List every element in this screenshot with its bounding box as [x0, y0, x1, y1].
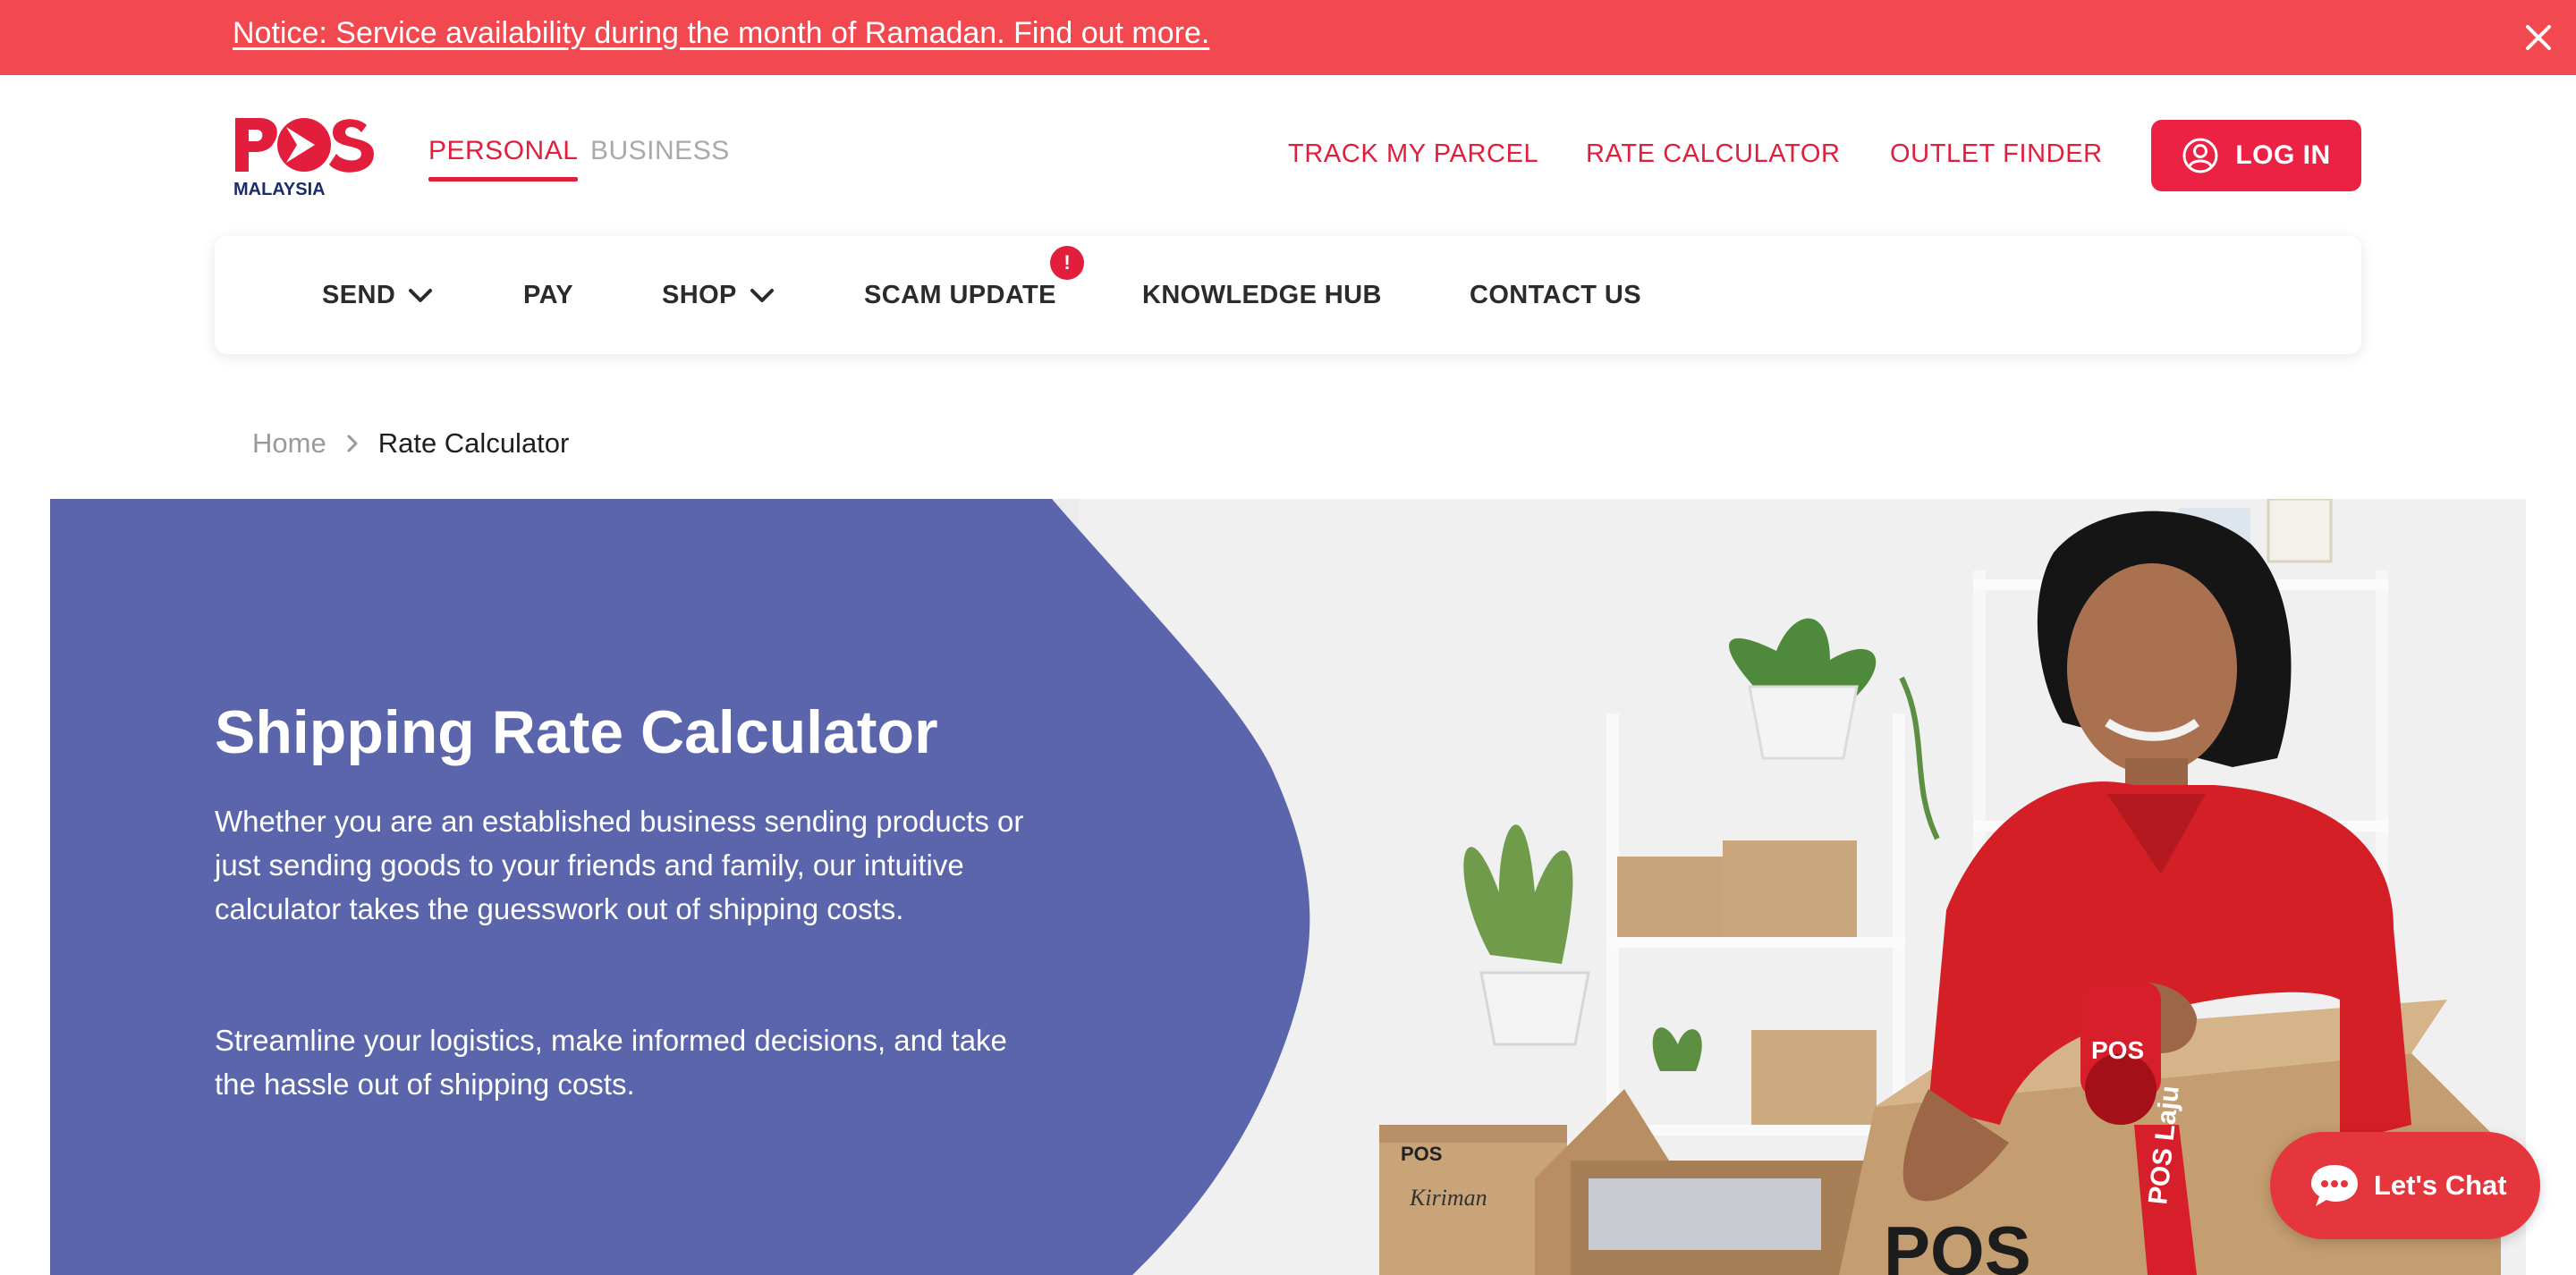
nav-shop-label: SHOP [662, 281, 737, 309]
nav-pay[interactable]: PAY [523, 281, 573, 310]
lets-chat-button[interactable]: Let's Chat [2270, 1132, 2540, 1239]
login-label: LOG IN [2235, 140, 2331, 170]
svg-text:Kiriman: Kiriman [1409, 1185, 1487, 1211]
logo-graphic: MALAYSIA [233, 118, 374, 199]
chevron-down-icon [409, 288, 433, 302]
nav-pay-label: PAY [523, 281, 574, 309]
user-icon [2182, 138, 2218, 173]
nav-send[interactable]: SEND [322, 281, 433, 310]
outlet-finder-link[interactable]: OUTLET FINDER [1890, 139, 2103, 169]
breadcrumb: Home Rate Calculator [252, 427, 569, 460]
nav-send-label: SEND [322, 281, 396, 309]
rate-calculator-link[interactable]: RATE CALCULATOR [1586, 139, 1841, 169]
chevron-right-icon [347, 435, 358, 452]
svg-text:MALAYSIA: MALAYSIA [233, 180, 326, 198]
nav-contact-us[interactable]: CONTACT US [1470, 281, 1641, 310]
breadcrumb-home[interactable]: Home [252, 427, 326, 460]
svg-text:POS: POS [2091, 1036, 2144, 1064]
hero-paragraph-2: Streamline your logistics, make informed… [215, 1024, 1007, 1101]
pos-malaysia-logo[interactable]: MALAYSIA [233, 114, 376, 199]
notice-link[interactable]: Notice: Service availability during the … [233, 16, 1209, 51]
hero-paragraph-1: Whether you are an established business … [215, 805, 1024, 925]
segment-business[interactable]: BUSINESS [590, 136, 730, 166]
segment-personal[interactable]: PERSONAL [428, 136, 579, 182]
notice-bar: Notice: Service availability during the … [0, 0, 2576, 75]
nav-contact-us-label: CONTACT US [1470, 281, 1641, 309]
nav-shop[interactable]: SHOP [662, 281, 775, 310]
breadcrumb-current: Rate Calculator [377, 427, 570, 459]
svg-text:POS: POS [1884, 1212, 2031, 1275]
nav-knowledge-hub[interactable]: KNOWLEDGE HUB [1142, 281, 1382, 310]
track-my-parcel-link[interactable]: TRACK MY PARCEL [1288, 139, 1538, 169]
chat-bubble-icon [2311, 1165, 2358, 1206]
scam-alert-badge: ! [1050, 246, 1084, 280]
svg-text:POS: POS [1401, 1143, 1442, 1165]
nav-scam-update[interactable]: SCAM UPDATE [864, 281, 1056, 310]
nav-scam-update-label: SCAM UPDATE [864, 281, 1056, 309]
login-button[interactable]: LOG IN [2151, 120, 2361, 191]
chat-label: Let's Chat [2374, 1169, 2507, 1201]
notice-close-button[interactable] [2513, 13, 2563, 63]
hero-title: Shipping Rate Calculator [215, 698, 938, 766]
nav-knowledge-hub-label: KNOWLEDGE HUB [1142, 281, 1382, 309]
close-icon [2526, 25, 2551, 50]
chevron-down-icon [750, 288, 774, 302]
main-navigation: SEND PAY SHOP SCAM UPDATE ! KNOWLEDGE HU… [215, 236, 2361, 354]
